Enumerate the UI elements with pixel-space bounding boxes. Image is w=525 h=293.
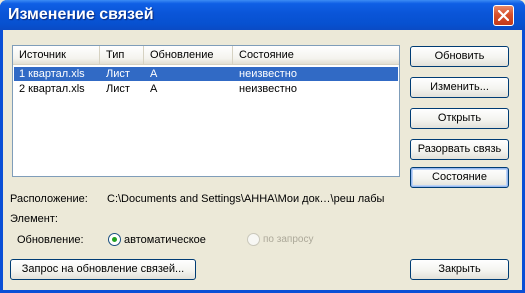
link-status: неизвестно: [239, 68, 297, 80]
close-button[interactable]: Закрыть: [410, 259, 509, 280]
location-value: C:\Documents and Settings\АННА\Мои док…\…: [107, 193, 385, 205]
check-status-button[interactable]: Состояние: [410, 167, 509, 188]
update-now-button[interactable]: Обновить: [410, 46, 509, 67]
table-row[interactable]: 2 квартал.xls Лист А неизвестно: [14, 82, 398, 96]
element-label: Элемент:: [10, 213, 58, 225]
link-status: неизвестно: [239, 83, 297, 95]
table-row[interactable]: 1 квартал.xls Лист А неизвестно: [14, 67, 398, 81]
edit-links-dialog: Изменение связей Источник Тип Обновление…: [0, 0, 525, 293]
column-header-status[interactable]: Состояние: [233, 46, 399, 64]
break-link-button[interactable]: Разорвать связь: [410, 139, 509, 160]
link-source: 1 квартал.xls: [19, 68, 85, 80]
link-type: Лист: [106, 68, 130, 80]
update-automatic-radio[interactable]: [108, 233, 121, 246]
startup-prompt-button[interactable]: Запрос на обновление связей...: [10, 259, 196, 280]
close-icon: [498, 10, 509, 21]
link-update: А: [150, 68, 158, 80]
column-header-update[interactable]: Обновление: [144, 46, 233, 64]
link-source: 2 квартал.xls: [19, 83, 85, 95]
links-list-header: Источник Тип Обновление Состояние: [13, 46, 399, 65]
title-bar[interactable]: Изменение связей: [0, 0, 525, 30]
update-manual-radio: [247, 233, 260, 246]
open-source-button[interactable]: Открыть: [410, 108, 509, 129]
change-source-button[interactable]: Изменить...: [410, 77, 509, 98]
column-header-type[interactable]: Тип: [100, 46, 144, 64]
dialog-title: Изменение связей: [8, 6, 154, 23]
close-window-button[interactable]: [493, 5, 514, 26]
link-type: Лист: [106, 83, 130, 95]
update-automatic-label[interactable]: автоматическое: [124, 234, 206, 246]
update-manual-label: по запросу: [263, 234, 314, 245]
column-header-source[interactable]: Источник: [13, 46, 100, 64]
link-update: А: [150, 83, 158, 95]
location-label: Расположение:: [10, 193, 88, 205]
links-list[interactable]: Источник Тип Обновление Состояние 1 квар…: [12, 45, 400, 177]
update-mode-label: Обновление:: [17, 234, 84, 246]
radio-selected-dot: [112, 237, 117, 242]
